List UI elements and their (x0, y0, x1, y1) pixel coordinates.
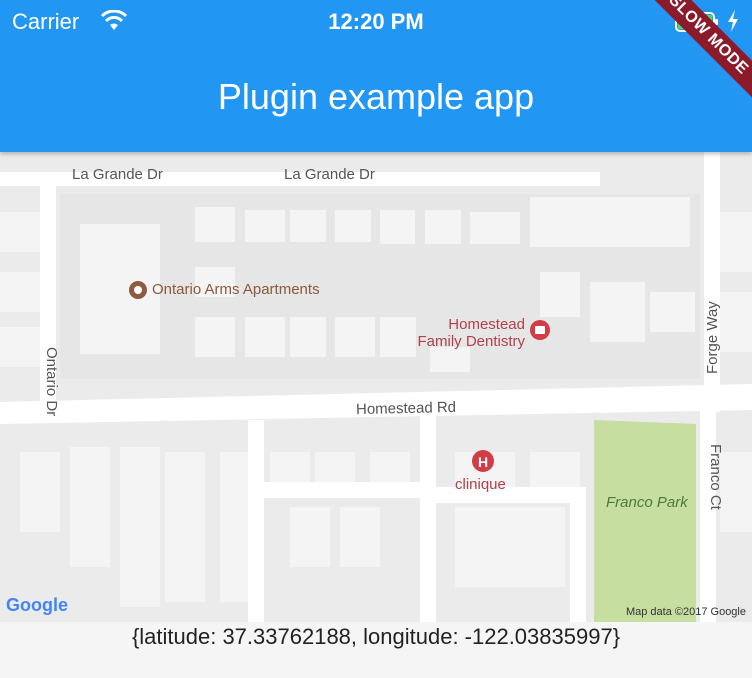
status-bar: Carrier 12:20 PM (0, 0, 752, 42)
street-label: Forge Way (704, 301, 721, 374)
street-label: Franco Ct (707, 444, 724, 510)
street-label: Homestead Rd (355, 398, 457, 419)
app-bar: Carrier 12:20 PM Plugin example app (0, 0, 752, 152)
google-logo-text: Google (6, 595, 68, 615)
clock: 12:20 PM (328, 9, 424, 34)
place-label-dentistry[interactable]: Homestead Family Dentistry (405, 316, 525, 350)
map-view[interactable]: H La Grande Dr La Grande Dr Ontario Dr F… (0, 152, 752, 622)
map-canvas: H (0, 152, 752, 622)
place-label-line: Family Dentistry (417, 333, 525, 350)
place-label-ontario-arms[interactable]: Ontario Arms Apartments (152, 281, 320, 298)
svg-text:H: H (478, 454, 488, 470)
place-label-clinique[interactable]: clinique (455, 476, 506, 493)
charging-icon (728, 10, 738, 32)
place-label-franco-park[interactable]: Franco Park (606, 494, 688, 511)
street-label: La Grande Dr (284, 166, 375, 183)
place-label-line: Homestead (448, 316, 525, 333)
map-attribution[interactable]: Map data ©2017 Google (626, 606, 746, 618)
street-label: Ontario Dr (43, 347, 60, 417)
street-label: La Grande Dr (72, 166, 163, 183)
page-title: Plugin example app (217, 76, 535, 117)
location-readout: {latitude: 37.33762188, longitude: -122.… (131, 624, 621, 649)
google-logo: Google (6, 595, 68, 616)
